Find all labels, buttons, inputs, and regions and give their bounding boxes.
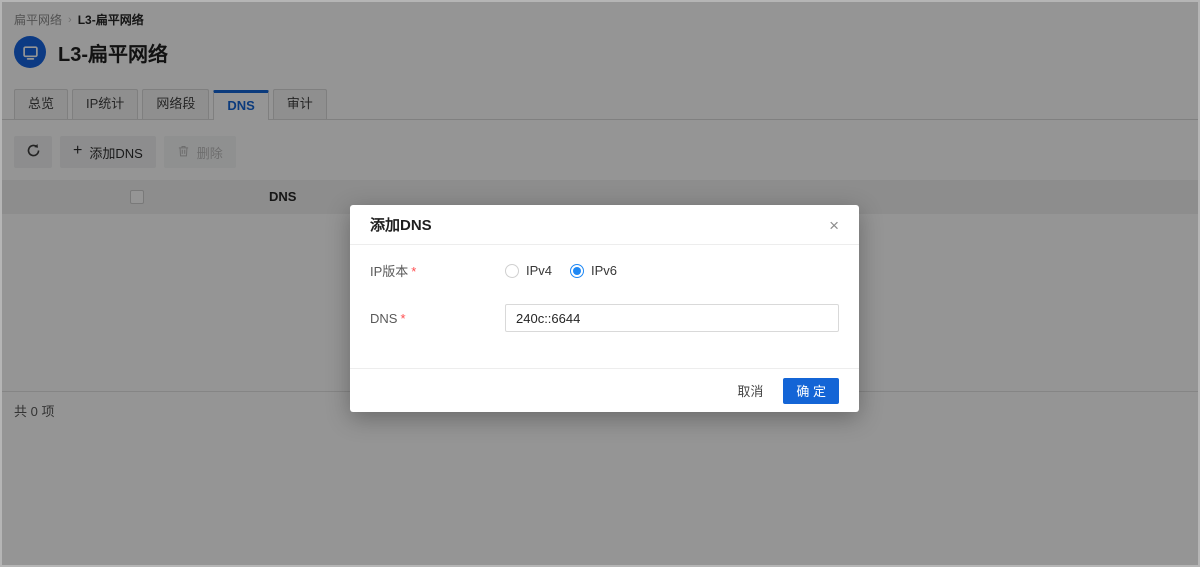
- required-asterisk: *: [411, 264, 416, 279]
- dns-row: DNS*: [370, 304, 839, 332]
- modal-title: 添加DNS: [370, 214, 432, 235]
- ipv6-radio-label: IPv6: [591, 263, 617, 278]
- dns-label: DNS*: [370, 311, 505, 326]
- ipv6-radio[interactable]: [570, 264, 584, 278]
- modal-footer: 取消 确 定: [350, 368, 859, 412]
- dns-input[interactable]: [505, 304, 839, 332]
- required-asterisk: *: [400, 311, 405, 326]
- ipv4-radio[interactable]: [505, 264, 519, 278]
- confirm-button[interactable]: 确 定: [783, 378, 839, 404]
- close-icon[interactable]: ×: [825, 213, 843, 238]
- modal-body: IP版本* IPv4 IPv6 DNS*: [350, 245, 859, 368]
- cancel-button[interactable]: 取消: [737, 381, 763, 400]
- radio-option-ipv6[interactable]: IPv6: [570, 263, 617, 278]
- ipv4-radio-label: IPv4: [526, 263, 552, 278]
- radio-option-ipv4[interactable]: IPv4: [505, 263, 552, 278]
- modal-header: 添加DNS ×: [350, 205, 859, 245]
- ip-version-radio-group: IPv4 IPv6: [505, 263, 617, 278]
- add-dns-modal: 添加DNS × IP版本* IPv4 IPv6 DNS* 取消 确 定: [350, 205, 859, 412]
- ip-version-label: IP版本*: [370, 261, 505, 280]
- ip-version-row: IP版本* IPv4 IPv6: [370, 261, 839, 280]
